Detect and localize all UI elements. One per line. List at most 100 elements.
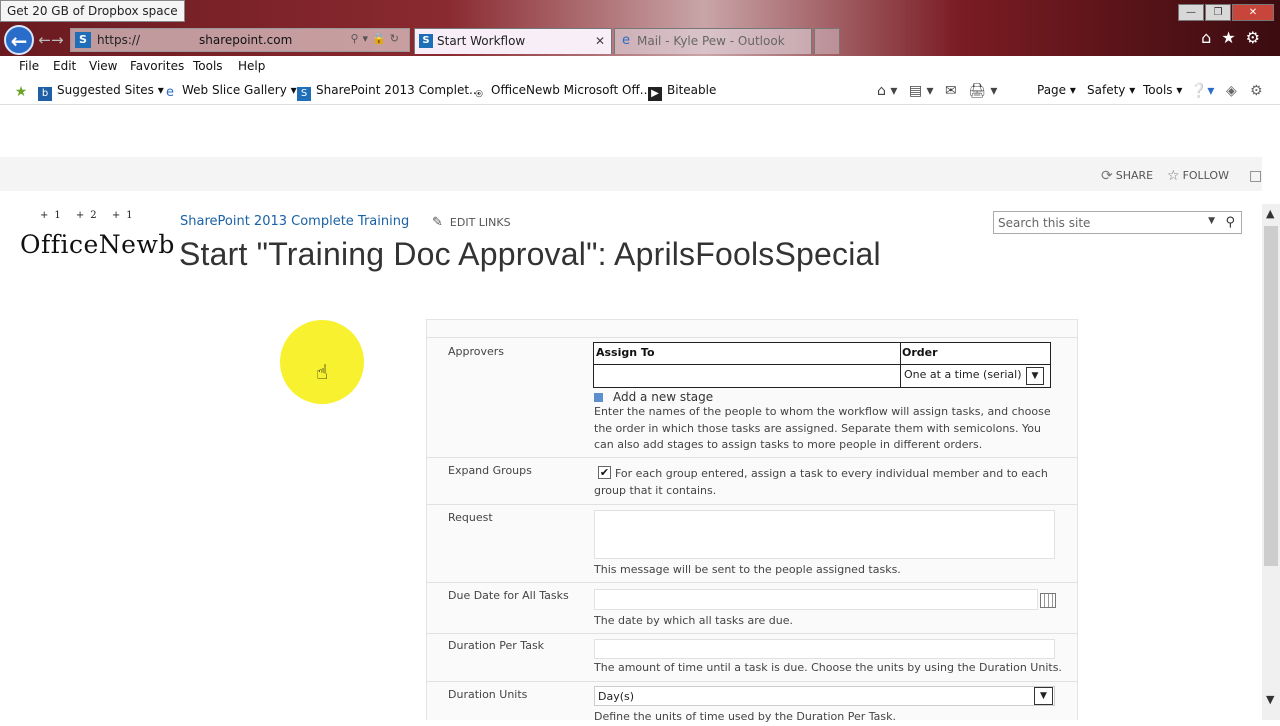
due-date-input[interactable] [594, 589, 1038, 610]
fav-suggested-sites[interactable]: b Suggested Sites ▾ [38, 83, 164, 101]
due-date-label: Due Date for All Tasks [448, 589, 569, 602]
close-tab-icon[interactable]: ✕ [595, 34, 605, 48]
fav-sharepoint-training[interactable]: S SharePoint 2013 Complet... [297, 83, 480, 101]
address-tools-icons[interactable]: ⚲▾🔒↻ [351, 32, 404, 45]
expand-groups-text: For each group entered, assign a task to… [594, 467, 1048, 497]
duration-input[interactable] [594, 639, 1055, 659]
duration-units-row: Duration Units Day(s) ▼ Define the units… [427, 681, 1077, 723]
order-header: Order [902, 346, 938, 359]
request-row: Request This message will be sent to the… [427, 504, 1077, 582]
duration-units-select[interactable]: Day(s) [594, 686, 1055, 706]
command-page[interactable]: Page ▾ [1037, 83, 1076, 97]
search-placeholder: Search this site [998, 216, 1091, 230]
back-button[interactable]: ← [4, 25, 34, 55]
focus-content-icon[interactable]: □ [1249, 168, 1265, 184]
menu-favorites[interactable]: Favorites [130, 59, 184, 73]
follow-button[interactable]: ☆ FOLLOW [1167, 168, 1229, 184]
tab-start-workflow[interactable]: S Start Workflow ✕ [414, 28, 612, 54]
browser-titlebar: Get 20 GB of Dropbox space ← ←→ S https:… [0, 0, 1280, 56]
address-bar[interactable]: S https:// sharepoint.com ⚲▾🔒↻ [70, 28, 410, 52]
menu-file[interactable]: File [19, 59, 39, 73]
command-safety[interactable]: Safety ▾ [1087, 83, 1135, 97]
ie-icon: e [622, 33, 630, 48]
biteable-icon: ▶ [648, 87, 662, 101]
expand-groups-label: Expand Groups [448, 464, 532, 477]
workflow-start-form: Approvers Assign To Order One at a time … [426, 319, 1078, 723]
help-icon[interactable]: ❔▾ [1190, 83, 1214, 99]
window-controls: — ❐ ✕ [1177, 0, 1274, 21]
add-stage-icon [594, 393, 603, 402]
duration-help: The amount of time until a task is due. … [594, 661, 1062, 674]
officenewb-icon: ◎ [475, 89, 483, 99]
add-favorites-icon[interactable]: ★ [14, 83, 33, 99]
search-site-input[interactable]: Search this site ▼ ⚲ [993, 211, 1242, 234]
order-select[interactable]: One at a time (serial) [904, 368, 1022, 381]
logo-text: OfficeNewb [20, 230, 175, 259]
fav-web-slice-gallery[interactable]: e Web Slice Gallery ▾ [163, 83, 297, 100]
request-label: Request [448, 511, 493, 524]
fav-biteable[interactable]: ▶ Biteable [648, 83, 716, 101]
assign-to-header: Assign To [596, 346, 655, 359]
assign-to-input[interactable] [596, 366, 898, 386]
approvers-help: Enter the names of the people to whom th… [594, 405, 1051, 451]
duration-units-chevron-down-icon[interactable]: ▼ [1034, 687, 1053, 705]
share-button[interactable]: ⟳ SHARE [1101, 168, 1153, 184]
tab-outlook-mail[interactable]: e Mail - Kyle Pew - Outlook [614, 28, 812, 54]
due-date-help: The date by which all tasks are due. [594, 614, 794, 627]
restore-button[interactable]: ❐ [1205, 4, 1231, 21]
menu-view[interactable]: View [89, 59, 117, 73]
duration-row: Duration Per Task The amount of time unt… [427, 633, 1077, 681]
expand-groups-row: Expand Groups ✔ For each group entered, … [427, 457, 1077, 504]
menu-bar: File Edit View Favorites Tools Help [0, 56, 1280, 78]
search-icon[interactable]: ⚲ [1225, 215, 1235, 230]
duration-label: Duration Per Task [448, 639, 545, 652]
hand-cursor-icon: ☝ [316, 360, 329, 384]
command-bar-icons[interactable]: ⌂ ▾ ▤ ▾ ✉ 🖨 ▾ [877, 83, 997, 99]
site-favicon: S [75, 32, 91, 48]
minimize-button[interactable]: — [1178, 4, 1204, 21]
due-date-row: Due Date for All Tasks The date by which… [427, 582, 1077, 633]
logo-marks: +1 +2 +1 [40, 210, 139, 221]
address-protocol: https:// [97, 33, 141, 47]
approvers-label: Approvers [448, 345, 505, 358]
tab-label: Start Workflow [437, 34, 526, 48]
menu-edit[interactable]: Edit [53, 59, 76, 73]
gear-icon[interactable]: ⚙ [1250, 83, 1263, 99]
request-textarea[interactable] [594, 510, 1055, 559]
site-logo[interactable]: +1 +2 +1 OfficeNewb [18, 210, 174, 266]
share-icon: ⟳ [1101, 168, 1113, 184]
scroll-down-icon[interactable]: ▼ [1266, 693, 1274, 706]
edit-links-button[interactable]: ✎ EDIT LINKS [432, 215, 511, 230]
page-scrollbar[interactable]: ▲ ▼ [1262, 204, 1280, 720]
duration-units-help: Define the units of time used by the Dur… [594, 710, 896, 723]
calendar-icon[interactable] [1040, 593, 1056, 608]
approvers-table: Assign To Order One at a time (serial) ▼ [593, 342, 1051, 388]
page-title: Start "Training Doc Approval": AprilsFoo… [179, 236, 881, 272]
approvers-row: Approvers Assign To Order One at a time … [427, 337, 1077, 457]
browser-chrome: Get 20 GB of Dropbox space ← ←→ S https:… [0, 0, 1280, 105]
forward-button[interactable]: ←→ [38, 29, 64, 51]
close-window-button[interactable]: ✕ [1232, 4, 1274, 21]
suite-actions-bar: ⟳ SHARE ☆ FOLLOW □ [0, 157, 1262, 191]
research-icon[interactable]: ◈ [1226, 83, 1237, 99]
favorites-bar: ★ b Suggested Sites ▾ e Web Slice Gallery … [0, 78, 1280, 105]
sharepoint-icon: S [419, 34, 433, 48]
new-tab-button[interactable] [814, 28, 840, 54]
site-title-link[interactable]: SharePoint 2013 Complete Training [180, 214, 409, 229]
menu-help[interactable]: Help [238, 59, 265, 73]
scrollbar-thumb[interactable] [1264, 226, 1278, 566]
dropbox-tooltip: Get 20 GB of Dropbox space [0, 0, 185, 22]
fav-officenewb[interactable]: ◎ OfficeNewb Microsoft Off... [472, 83, 651, 101]
scroll-up-icon[interactable]: ▲ [1266, 207, 1274, 220]
request-help: This message will be sent to the people … [594, 563, 901, 576]
search-scope-chevron-icon[interactable]: ▼ [1208, 216, 1215, 226]
home-favorites-settings-icons[interactable]: ⌂★⚙ [1201, 28, 1270, 47]
tab-label: Mail - Kyle Pew - Outlook [637, 34, 785, 48]
duration-units-label: Duration Units [448, 688, 528, 701]
ie-icon: e [166, 85, 174, 100]
bing-icon: b [38, 87, 52, 101]
order-chevron-down-icon[interactable]: ▼ [1026, 367, 1044, 385]
menu-tools[interactable]: Tools [193, 59, 223, 73]
command-tools[interactable]: Tools ▾ [1143, 83, 1182, 97]
duration-units-value: Day(s) [598, 690, 635, 703]
